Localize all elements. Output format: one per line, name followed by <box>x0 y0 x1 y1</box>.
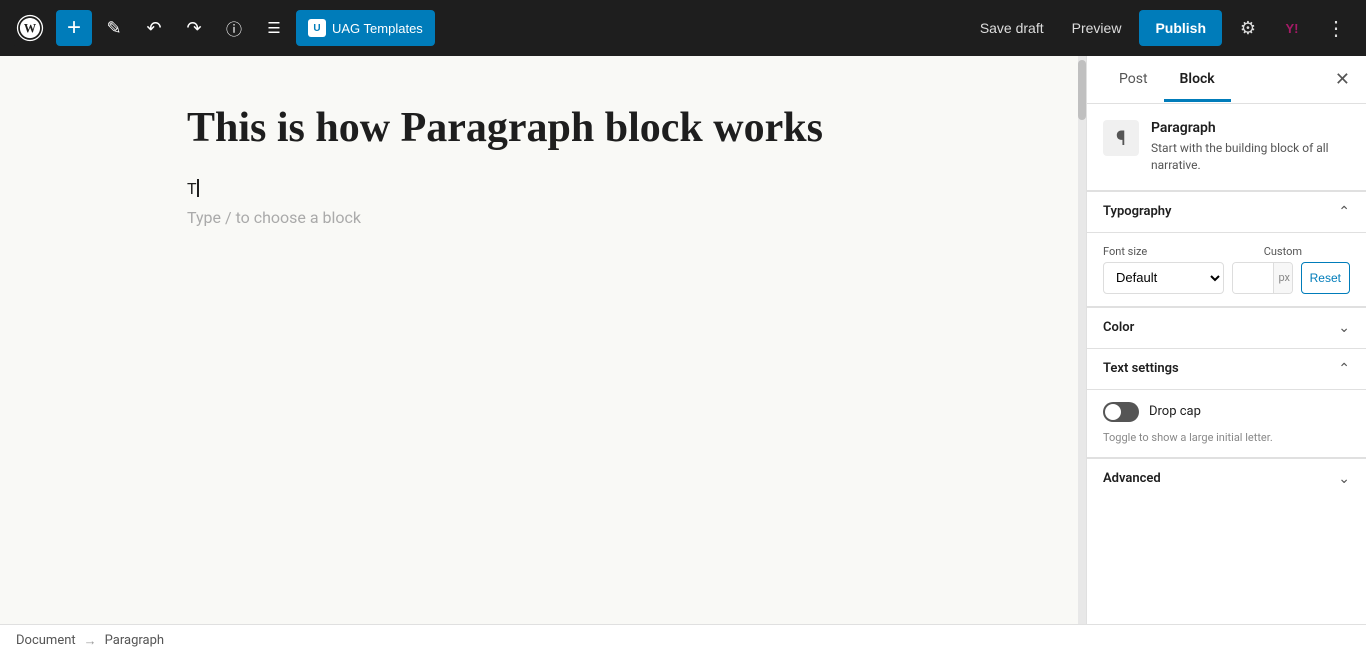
edit-button[interactable]: ✎ <box>96 10 132 46</box>
undo-icon: ↶ <box>146 18 161 39</box>
wp-logo[interactable]: W <box>12 10 48 46</box>
color-section: Color ⌄ <box>1087 306 1366 348</box>
uag-templates-label: UAG Templates <box>332 21 423 36</box>
post-title[interactable]: This is how Paragraph block works <box>187 104 891 152</box>
more-options-button[interactable]: ⋮ <box>1318 10 1354 46</box>
block-name: Paragraph <box>1151 120 1350 136</box>
advanced-section: Advanced ⌄ <box>1087 457 1366 499</box>
uag-templates-button[interactable]: U UAG Templates <box>296 10 435 46</box>
save-draft-button[interactable]: Save draft <box>970 14 1054 42</box>
uag-icon: U <box>308 19 326 37</box>
tab-block[interactable]: Block <box>1164 59 1231 102</box>
close-icon: ✕ <box>1335 69 1350 90</box>
editor-area[interactable]: This is how Paragraph block works T Type… <box>0 56 1078 624</box>
yoast-icon: Y! <box>1286 21 1299 36</box>
status-separator: → <box>84 633 97 649</box>
drop-cap-hint: Toggle to show a large initial letter. <box>1103 430 1350 445</box>
redo-button[interactable]: ↷ <box>176 10 212 46</box>
drop-cap-toggle[interactable] <box>1103 402 1139 422</box>
font-size-label: Font size <box>1103 245 1147 258</box>
advanced-label: Advanced <box>1103 471 1161 486</box>
list-icon: ☰ <box>267 19 280 37</box>
typography-section-header[interactable]: Typography ⌃ <box>1087 191 1366 232</box>
yoast-button[interactable]: Y! <box>1274 10 1310 46</box>
publish-button[interactable]: Publish <box>1139 10 1222 46</box>
block-desc-text: Start with the building block of all nar… <box>1151 140 1350 174</box>
info-icon: ⓘ <box>226 16 242 40</box>
block-info: ¶ Paragraph Start with the building bloc… <box>1087 104 1366 191</box>
typography-label: Typography <box>1103 204 1172 219</box>
gear-icon: ⚙ <box>1240 18 1256 39</box>
ellipsis-icon: ⋮ <box>1326 16 1346 41</box>
color-section-header[interactable]: Color ⌄ <box>1087 307 1366 348</box>
text-settings-chevron-up: ⌃ <box>1338 361 1350 377</box>
info-button[interactable]: ⓘ <box>216 10 252 46</box>
drop-cap-row: Drop cap <box>1103 402 1350 422</box>
scrollbar-thumb <box>1078 60 1086 120</box>
right-panel: Post Block ✕ ¶ Paragraph Start with the … <box>1086 56 1366 624</box>
text-settings-section: Text settings ⌃ Drop cap Toggle to show … <box>1087 348 1366 457</box>
custom-px-input: px <box>1232 262 1292 294</box>
advanced-section-header[interactable]: Advanced ⌄ <box>1087 458 1366 499</box>
tab-post[interactable]: Post <box>1103 59 1164 102</box>
text-cursor <box>197 179 199 197</box>
status-document[interactable]: Document <box>16 633 76 648</box>
panel-close-button[interactable]: ✕ <box>1335 69 1350 90</box>
font-size-controls: Default Small Medium Large px Reset <box>1103 262 1350 294</box>
editor-scrollbar[interactable] <box>1078 56 1086 624</box>
status-bar: Document → Paragraph <box>0 624 1366 656</box>
pencil-icon: ✎ <box>106 18 121 39</box>
drop-cap-label: Drop cap <box>1149 404 1201 419</box>
block-icon: ¶ <box>1103 120 1139 156</box>
custom-px-field[interactable] <box>1233 263 1273 293</box>
color-label: Color <box>1103 320 1134 335</box>
px-unit: px <box>1273 263 1292 293</box>
status-paragraph[interactable]: Paragraph <box>105 633 164 648</box>
plus-icon: + <box>67 14 81 42</box>
typography-chevron-up: ⌃ <box>1338 204 1350 220</box>
main-toolbar: W + ✎ ↶ ↷ ⓘ ☰ U UAG Templates <box>0 0 1366 56</box>
add-block-button[interactable]: + <box>56 10 92 46</box>
text-settings-header[interactable]: Text settings ⌃ <box>1087 348 1366 389</box>
text-settings-content: Drop cap Toggle to show a large initial … <box>1087 389 1366 457</box>
preview-button[interactable]: Preview <box>1062 14 1132 42</box>
active-paragraph[interactable]: T <box>187 176 891 200</box>
paragraph-icon: ¶ <box>1116 126 1126 150</box>
cursor-char: T <box>187 179 197 198</box>
advanced-chevron-down: ⌄ <box>1338 471 1350 487</box>
undo-button[interactable]: ↶ <box>136 10 172 46</box>
text-settings-label: Text settings <box>1103 361 1179 376</box>
custom-label: Custom <box>1264 245 1302 258</box>
toolbar-left: W + ✎ ↶ ↷ ⓘ ☰ U UAG Templates <box>12 10 435 46</box>
block-placeholder[interactable]: Type / to choose a block <box>187 208 891 227</box>
svg-text:W: W <box>24 21 37 35</box>
block-description: Paragraph Start with the building block … <box>1151 120 1350 174</box>
font-size-select[interactable]: Default Small Medium Large <box>1103 262 1224 294</box>
toolbar-right: Save draft Preview Publish ⚙ Y! ⋮ <box>970 10 1354 46</box>
typography-content: Font size Custom Default Small Medium La… <box>1087 232 1366 306</box>
panel-tabs: Post Block ✕ <box>1087 56 1366 104</box>
color-chevron-down: ⌄ <box>1338 320 1350 336</box>
font-labels-row: Font size Custom <box>1103 245 1350 258</box>
reset-button[interactable]: Reset <box>1301 262 1350 294</box>
main-area: This is how Paragraph block works T Type… <box>0 56 1366 624</box>
editor-content: This is how Paragraph block works T Type… <box>139 56 939 624</box>
redo-icon: ↷ <box>186 18 201 39</box>
settings-button[interactable]: ⚙ <box>1230 10 1266 46</box>
block-nav-button[interactable]: ☰ <box>256 10 292 46</box>
